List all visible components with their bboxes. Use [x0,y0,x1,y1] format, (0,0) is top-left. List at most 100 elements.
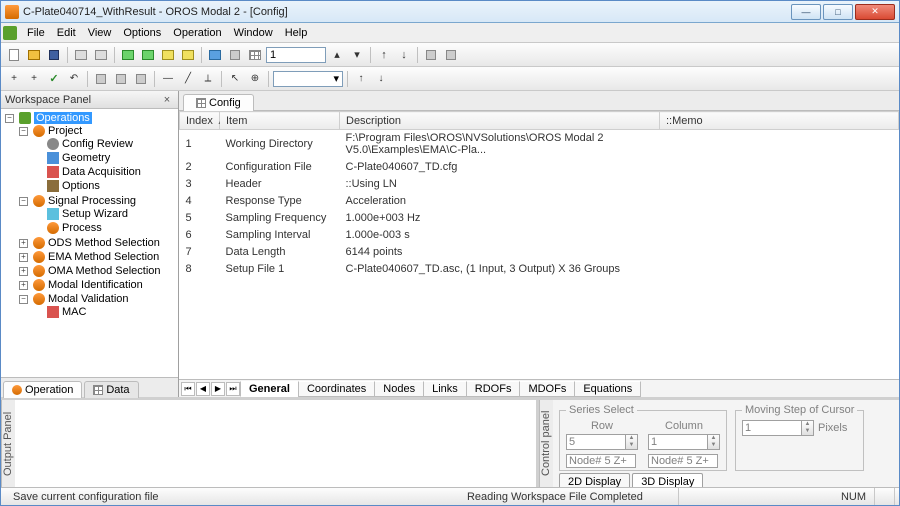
menu-options[interactable]: Options [117,25,167,41]
col-memo[interactable]: ::Memo [660,112,899,130]
menu-file[interactable]: File [21,25,51,41]
col-spinner[interactable]: ▲▼ [708,434,720,450]
sheet-general[interactable]: General [240,381,299,397]
tree-data-acq[interactable]: Data Acquisition [62,166,141,178]
tab-nav-last[interactable]: ⏭ [226,382,240,396]
tab-config[interactable]: Config [183,94,254,111]
save-icon[interactable] [45,46,63,64]
panel3-icon[interactable] [159,46,177,64]
up-icon[interactable]: ↑ [352,70,370,88]
col-item[interactable]: Item [220,112,340,130]
open-icon[interactable] [25,46,43,64]
expand-icon[interactable]: + [19,267,28,276]
sheet-equations[interactable]: Equations [574,381,641,397]
minimize-button[interactable]: — [791,4,821,20]
tab-nav-first[interactable]: ⏮ [181,382,195,396]
panel-pin-icon[interactable]: × [160,93,174,107]
expand-icon[interactable]: − [19,127,28,136]
operations-tree[interactable]: −Operations −Project Config Review Geome… [1,109,178,377]
view1-icon[interactable] [92,70,110,88]
cursor-icon[interactable]: ↖ [226,70,244,88]
sheet-coordinates[interactable]: Coordinates [298,381,375,397]
panel2-icon[interactable] [139,46,157,64]
add2-icon[interactable]: + [25,70,43,88]
line1-icon[interactable]: — [159,70,177,88]
tool-a-icon[interactable] [422,46,440,64]
layout2-icon[interactable] [226,46,244,64]
tree-modal-val[interactable]: Modal Validation [48,293,129,305]
tree-ema[interactable]: EMA Method Selection [48,251,159,263]
spin-down-icon[interactable]: ▾ [348,46,366,64]
view3-icon[interactable] [132,70,150,88]
tab-data[interactable]: Data [84,381,138,398]
spin-up-icon[interactable]: ▴ [328,46,346,64]
menu-edit[interactable]: Edit [51,25,82,41]
tree-oma[interactable]: OMA Method Selection [48,265,161,277]
col-description[interactable]: Description [340,112,660,130]
row-spinner[interactable]: ▲▼ [626,434,638,450]
prev-icon[interactable]: ↑ [375,46,393,64]
apply-icon[interactable]: ✓ [45,70,63,88]
col-input[interactable] [648,434,708,450]
table-row[interactable]: 5Sampling Frequency1.000e+003 Hz [180,210,899,227]
tree-options[interactable]: Options [62,180,100,192]
panel4-icon[interactable] [179,46,197,64]
print-preview-icon[interactable] [92,46,110,64]
expand-icon[interactable]: − [19,295,28,304]
config-grid[interactable]: Index▲ Item Description ::Memo 1Working … [179,111,899,379]
table-row[interactable]: 2Configuration FileC-Plate040607_TD.cfg [180,159,899,176]
cursor2-icon[interactable]: ⊕ [246,70,264,88]
tree-config-review[interactable]: Config Review [62,138,133,150]
down-icon[interactable]: ↓ [372,70,390,88]
cursor-spinner[interactable]: ▲▼ [802,420,814,436]
expand-icon[interactable]: − [5,114,14,123]
grid-icon[interactable] [246,46,264,64]
table-row[interactable]: 8Setup File 1C-Plate040607_TD.asc, (1 In… [180,261,899,278]
table-row[interactable]: 6Sampling Interval1.000e-003 s [180,227,899,244]
table-row[interactable]: 1Working DirectoryF:\Program Files\OROS\… [180,130,899,159]
line3-icon[interactable]: ⟂ [199,70,217,88]
tool-b-icon[interactable] [442,46,460,64]
menu-help[interactable]: Help [279,25,314,41]
tree-ods[interactable]: ODS Method Selection [48,237,160,249]
view2-icon[interactable] [112,70,130,88]
row-input[interactable] [566,434,626,450]
menu-operation[interactable]: Operation [167,25,227,41]
new-icon[interactable] [5,46,23,64]
sheet-rdofs[interactable]: RDOFs [466,381,521,397]
tab-nav-prev[interactable]: ◀ [196,382,210,396]
maximize-button[interactable]: □ [823,4,853,20]
cursor-step-input[interactable] [742,420,802,436]
menu-window[interactable]: Window [228,25,279,41]
selector-dropdown[interactable]: ▾ [273,71,343,87]
undo-icon[interactable]: ↶ [65,70,83,88]
tree-signal[interactable]: Signal Processing [48,195,136,207]
tree-modal-id[interactable]: Modal Identification [48,279,143,291]
close-button[interactable]: ✕ [855,4,895,20]
sheet-mdofs[interactable]: MDOFs [519,381,575,397]
col-index[interactable]: Index▲ [180,112,220,130]
tab-operation[interactable]: Operation [3,381,82,398]
menu-view[interactable]: View [82,25,118,41]
expand-icon[interactable]: − [19,197,28,206]
sheet-links[interactable]: Links [423,381,467,397]
expand-icon[interactable]: + [19,281,28,290]
expand-icon[interactable]: + [19,253,28,262]
tree-process[interactable]: Process [62,222,102,234]
tree-root[interactable]: Operations [34,112,92,124]
tree-mac[interactable]: MAC [62,306,86,318]
panel1-icon[interactable] [119,46,137,64]
page-input[interactable] [266,47,326,63]
table-row[interactable]: 7Data Length6144 points [180,244,899,261]
tab-nav-next[interactable]: ▶ [211,382,225,396]
tree-geometry[interactable]: Geometry [62,152,110,164]
table-row[interactable]: 3Header::Using LN [180,176,899,193]
next-icon[interactable]: ↓ [395,46,413,64]
sheet-nodes[interactable]: Nodes [374,381,424,397]
tree-project[interactable]: Project [48,125,82,137]
expand-icon[interactable]: + [19,239,28,248]
print-icon[interactable] [72,46,90,64]
tree-setup-wizard[interactable]: Setup Wizard [62,208,128,220]
table-row[interactable]: 4Response TypeAcceleration [180,193,899,210]
line2-icon[interactable]: ╱ [179,70,197,88]
